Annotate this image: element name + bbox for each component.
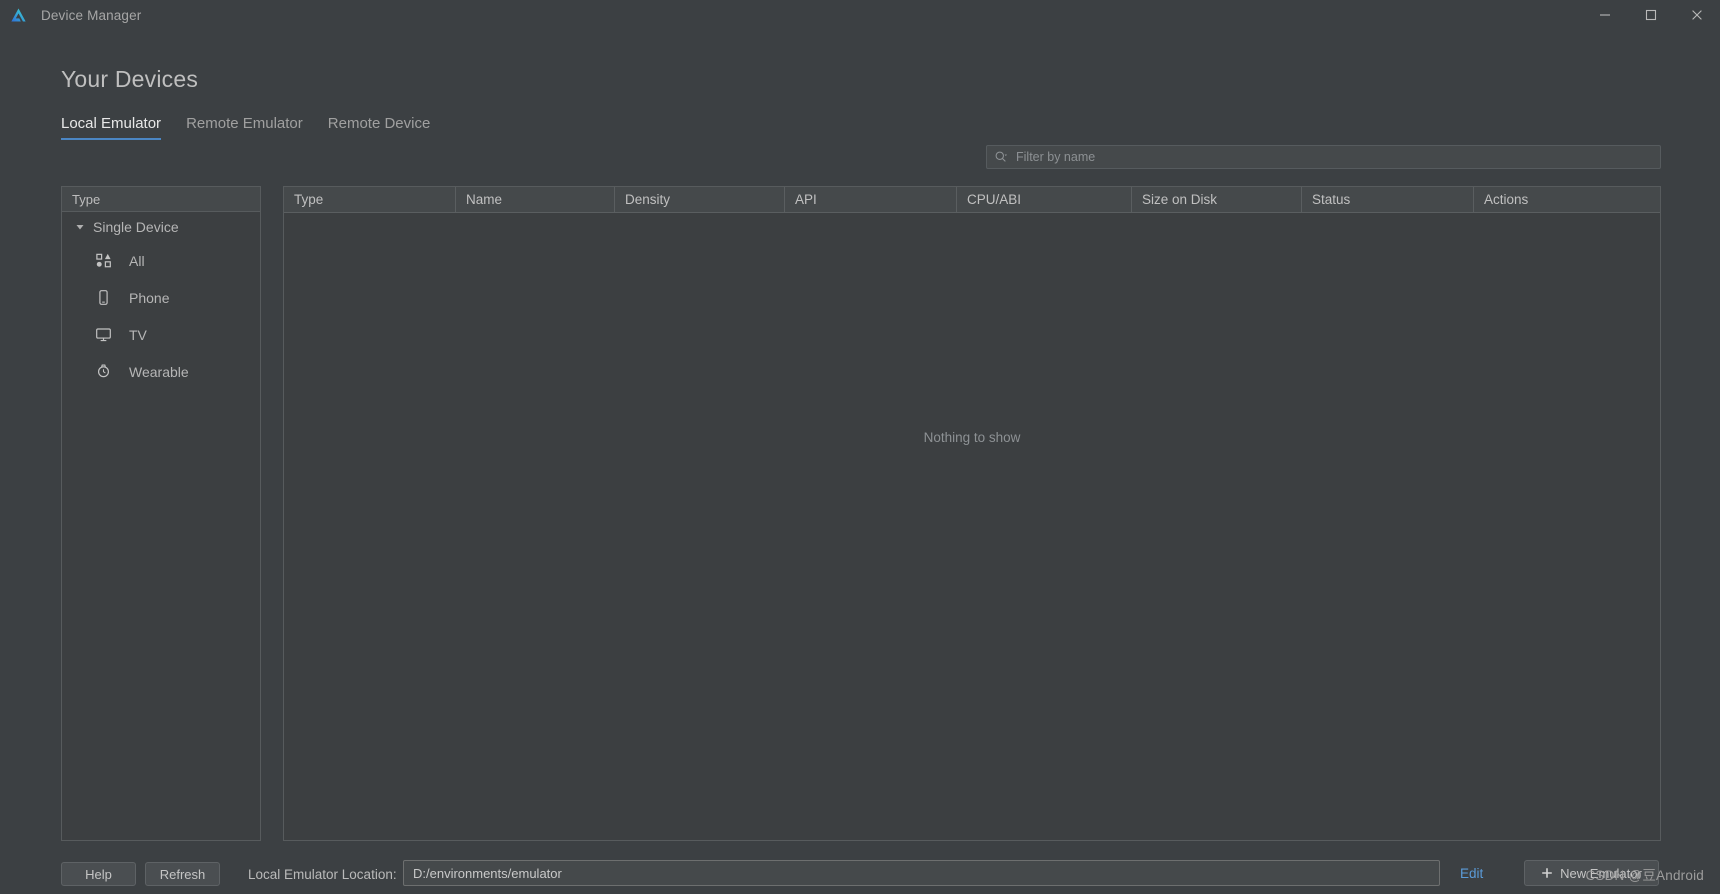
column-header-size-on-disk[interactable]: Size on Disk [1132, 187, 1302, 212]
refresh-button[interactable]: Refresh [145, 862, 220, 886]
column-header-cpu-abi[interactable]: CPU/ABI [957, 187, 1132, 212]
column-header-name[interactable]: Name [456, 187, 615, 212]
sidebar-item-all[interactable]: All [62, 242, 260, 279]
watch-icon [95, 363, 112, 380]
window-title: Device Manager [41, 7, 142, 23]
type-sidebar: Type Single Device All Phone TV Wearable [61, 186, 261, 841]
sidebar-item-label: All [129, 252, 145, 269]
maximize-icon[interactable] [1628, 0, 1674, 30]
location-label: Local Emulator Location: [248, 867, 397, 882]
tv-icon [95, 326, 112, 343]
sidebar-item-label: Wearable [129, 363, 189, 380]
tree-node-label: Single Device [93, 219, 179, 235]
filter-search-box[interactable] [986, 145, 1661, 169]
chevron-down-icon [76, 225, 84, 230]
tab-remote-device[interactable]: Remote Device [328, 115, 431, 140]
title-bar: Device Manager [0, 0, 1720, 30]
sidebar-item-tv[interactable]: TV [62, 316, 260, 353]
watermark: CSDN @豆Android [1585, 868, 1704, 883]
search-icon [995, 151, 1008, 162]
minimize-icon[interactable] [1582, 0, 1628, 30]
column-header-type[interactable]: Type [284, 187, 456, 212]
table-header-row: Type Name Density API CPU/ABI Size on Di… [284, 187, 1660, 213]
window-controls [1582, 0, 1720, 30]
sidebar-item-phone[interactable]: Phone [62, 279, 260, 316]
device-manager-page: Your Devices Local Emulator Remote Emula… [0, 30, 1720, 888]
column-header-density[interactable]: Density [615, 187, 785, 212]
sidebar-item-label: TV [129, 326, 147, 343]
android-studio-logo [11, 8, 26, 22]
sidebar-item-wearable[interactable]: Wearable [62, 353, 260, 390]
shapes-grid-icon [95, 252, 112, 269]
sidebar-header: Type [62, 187, 260, 212]
page-title: Your Devices [61, 66, 199, 92]
close-icon[interactable] [1674, 0, 1720, 30]
plus-icon [1542, 868, 1552, 878]
empty-state-message: Nothing to show [923, 430, 1021, 445]
sidebar-item-label: Phone [129, 289, 170, 306]
column-header-actions[interactable]: Actions [1474, 187, 1660, 212]
column-header-api[interactable]: API [785, 187, 957, 212]
table-body: Nothing to show [284, 213, 1660, 840]
help-button[interactable]: Help [61, 862, 136, 886]
device-table: Type Name Density API CPU/ABI Size on Di… [283, 186, 1661, 841]
phone-icon [95, 289, 112, 306]
tab-local-emulator[interactable]: Local Emulator [61, 115, 162, 140]
column-header-status[interactable]: Status [1302, 187, 1474, 212]
search-input[interactable] [1016, 150, 1653, 164]
tree-node-single-device[interactable]: Single Device [62, 212, 260, 242]
tab-remote-emulator[interactable]: Remote Emulator [186, 115, 303, 140]
tab-bar: Local Emulator Remote Emulator Remote De… [61, 115, 430, 140]
edit-link[interactable]: Edit [1460, 866, 1483, 881]
location-input[interactable] [403, 860, 1440, 886]
